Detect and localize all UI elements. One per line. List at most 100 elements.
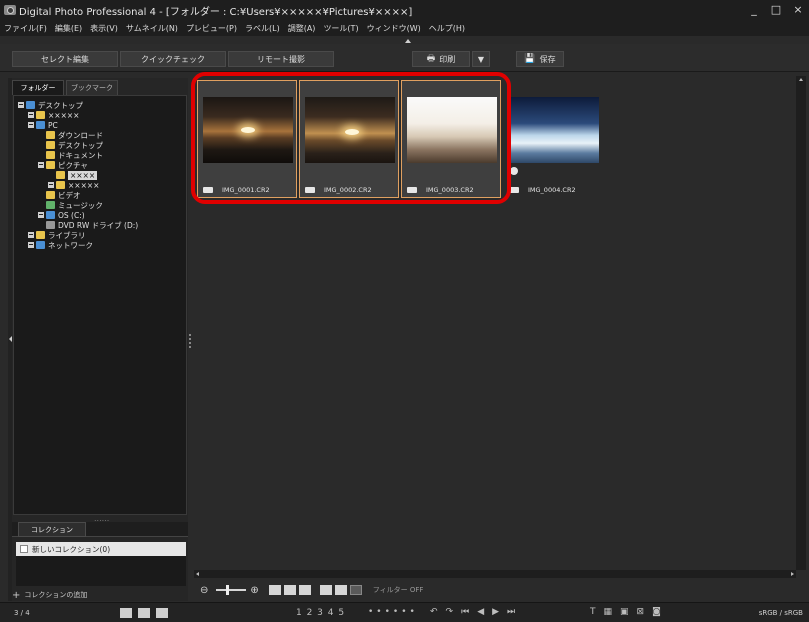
compare-view-icon[interactable]: ⊠ [637, 607, 645, 617]
select-edit-button[interactable]: セレクト編集 [12, 51, 118, 67]
minimize-button[interactable]: _ [743, 0, 765, 20]
close-button[interactable]: × [787, 0, 809, 20]
label-dots[interactable]: •••••• [368, 607, 418, 617]
grid-layout-icon[interactable] [120, 608, 132, 618]
next-image-icon[interactable]: ▶ [492, 607, 499, 617]
window-title: Digital Photo Professional 4 - [フォルダー : … [19, 6, 413, 18]
zoom-in-icon[interactable]: ⊕ [250, 585, 258, 596]
menu-label[interactable]: ラベル(L) [245, 23, 280, 34]
thumbnail-filename: IMG_0004.CR2 [528, 186, 576, 194]
tree-item-documents[interactable]: ドキュメント [46, 150, 103, 160]
tab-bookmark[interactable]: ブックマーク [66, 80, 118, 95]
tree-item-pc[interactable]: PC [28, 120, 58, 130]
horizontal-scrollbar[interactable] [194, 570, 796, 578]
tree-item-dvd-drive[interactable]: DVD RW ドライブ (D:) [46, 220, 138, 230]
grid-icon[interactable] [334, 585, 347, 595]
tree-item-pictures[interactable]: ピクチャ [38, 160, 88, 170]
save-icon: 💾 [524, 54, 536, 64]
maximize-button[interactable]: □ [765, 0, 787, 20]
expand-icon[interactable] [28, 232, 34, 238]
status-bar: 3 / 4 1 2 3 4 5 •••••• ↶ ↷ ⏮ ◀ ▶ ⏭ T ▦ ▣… [0, 602, 809, 622]
thumbnail-small-icon[interactable] [268, 585, 281, 595]
tree-item-desktop[interactable]: デスクトップ [18, 100, 83, 110]
add-collection-label: コレクションの追加 [24, 591, 88, 599]
scroll-up-icon[interactable] [799, 78, 803, 81]
prev-image-icon[interactable]: ◀ [477, 607, 484, 617]
tree-item-desktop2[interactable]: デスクトップ [46, 140, 103, 150]
print-button[interactable]: 🖶 印刷 [412, 51, 470, 67]
thumbnail-list-icon[interactable] [298, 585, 311, 595]
expand-icon[interactable] [48, 182, 54, 188]
tree-item-os-drive[interactable]: OS (C:) [38, 210, 85, 220]
menu-file[interactable]: ファイル(F) [4, 23, 47, 34]
rotate-left-icon[interactable]: ↶ [430, 607, 438, 617]
histogram-icon[interactable]: ▦ [604, 607, 613, 617]
tree-item-user[interactable]: ××××× [28, 110, 79, 120]
add-collection-button[interactable]: + コレクションの追加 [12, 589, 87, 601]
selection-count: 3 / 4 [14, 609, 30, 617]
menu-thumbnail[interactable]: サムネイル(N) [126, 23, 178, 34]
tree-item-network[interactable]: ネットワーク [28, 240, 93, 250]
save-button[interactable]: 💾 保存 [516, 51, 564, 67]
folder-icon [46, 161, 55, 169]
folder-icon [56, 171, 65, 179]
collapse-toolbar-icon[interactable] [405, 39, 411, 43]
tab-collection[interactable]: コレクション [18, 522, 86, 537]
first-image-icon[interactable]: ⏮ [461, 607, 469, 617]
menu-window[interactable]: ウィンドウ(W) [367, 23, 421, 34]
color-space-label: sRGB / sRGB [758, 609, 803, 617]
expand-icon[interactable] [28, 242, 34, 248]
remote-shooting-button[interactable]: リモート撮影 [228, 51, 334, 67]
edited-icon [510, 167, 518, 175]
collection-checkbox[interactable] [20, 545, 28, 553]
split-layout-icon[interactable] [156, 608, 168, 618]
menu-preview[interactable]: プレビュー(P) [186, 23, 237, 34]
compare-icon[interactable] [349, 585, 362, 595]
collection-item[interactable]: 新しいコレクション(0) [16, 542, 186, 556]
folder-icon [46, 131, 55, 139]
collapse-icon[interactable] [18, 102, 24, 108]
tree-item-selected-folder[interactable]: ×××× [56, 170, 98, 180]
menu-view[interactable]: 表示(V) [90, 23, 118, 34]
folder-icon [46, 191, 55, 199]
layout-buttons [120, 608, 174, 618]
print-dropdown-button[interactable]: ▼ [472, 51, 490, 67]
thumbnail-item[interactable]: IMG_0004.CR2 [503, 80, 603, 198]
tree-item-subfolder[interactable]: ××××× [48, 180, 99, 190]
tab-folder[interactable]: フォルダー [12, 80, 64, 95]
camera-icon[interactable]: ◙ [652, 607, 661, 617]
panel-splitter-grip[interactable] [189, 334, 191, 348]
tree-item-music[interactable]: ミュージック [46, 200, 103, 210]
collapse-icon[interactable] [38, 162, 44, 168]
menu-help[interactable]: ヘルプ(H) [429, 23, 465, 34]
tree-item-downloads[interactable]: ダウンロード [46, 130, 103, 140]
thumbnail-size-slider[interactable] [216, 585, 247, 595]
menu-tools[interactable]: ツール(T) [323, 23, 358, 34]
expand-icon[interactable] [38, 212, 44, 218]
scroll-left-icon[interactable] [196, 572, 199, 576]
window-controls: _ □ × [743, 0, 809, 20]
selection-highlight [191, 72, 511, 204]
rotate-right-icon[interactable]: ↷ [446, 607, 454, 617]
filter-status[interactable]: フィルター OFF [373, 585, 424, 595]
expand-icon[interactable] [28, 112, 34, 118]
preview-icon[interactable]: ▣ [620, 607, 629, 617]
scroll-right-icon[interactable] [791, 572, 794, 576]
menu-edit[interactable]: 編集(E) [55, 23, 82, 34]
text-info-icon[interactable]: T [590, 607, 596, 617]
quick-check-button[interactable]: クイックチェック [120, 51, 226, 67]
folder-icon [56, 181, 65, 189]
vertical-scrollbar[interactable] [796, 76, 806, 570]
last-image-icon[interactable]: ⏭ [507, 607, 515, 617]
slider-knob[interactable] [226, 585, 230, 595]
thumbnail-large-icon[interactable] [283, 585, 296, 595]
collection-panel: ...... コレクション 新しいコレクション(0) [12, 514, 188, 588]
menu-adjust[interactable]: 調整(A) [288, 23, 316, 34]
zoom-out-icon[interactable]: ⊖ [200, 585, 208, 596]
tree-item-videos[interactable]: ビデオ [46, 190, 81, 200]
tree-item-library[interactable]: ライブラリ [28, 230, 86, 240]
group-icon[interactable] [319, 585, 332, 595]
list-layout-icon[interactable] [138, 608, 150, 618]
rating-buttons[interactable]: 1 2 3 4 5 [296, 608, 345, 618]
collapse-icon[interactable] [28, 122, 34, 128]
